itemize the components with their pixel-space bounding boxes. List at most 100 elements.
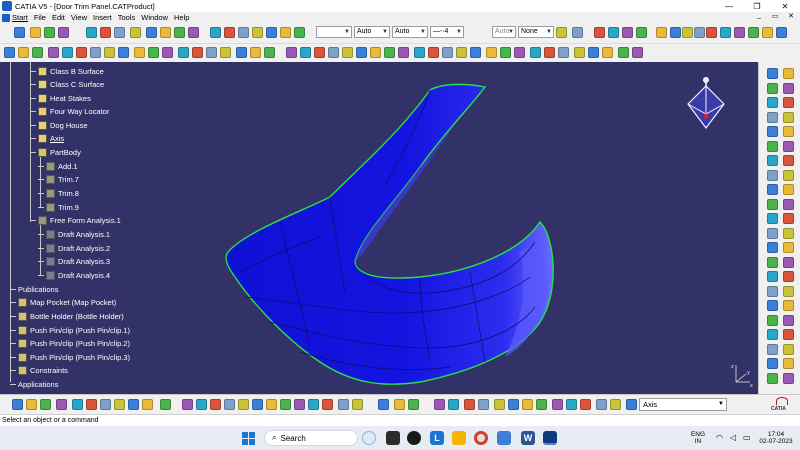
toolbar-right-tool-20[interactable] [783,198,794,210]
toolbar-right-tool-22[interactable] [783,213,794,224]
menu-edit[interactable]: Edit [52,13,71,22]
clock[interactable]: 17:04 02-07-2023 [756,431,796,445]
toolbar-right-tool-44[interactable] [783,372,794,384]
toolbar-bottom-tool-30[interactable] [464,399,475,410]
toolbar-right-tool-6[interactable] [783,97,794,108]
toolbar-right-tool-5[interactable] [767,97,778,108]
toolbar-right-tool-42[interactable] [783,358,794,369]
toolbar-second-tool-1[interactable] [4,47,15,58]
toolbar-second-tool-9[interactable] [118,47,129,58]
tree-node-bottle-holder[interactable]: Bottle Holder (Bottle Holder) [10,310,124,322]
toolbar-bottom-tool-41[interactable] [626,399,637,410]
toolbar-top-tool-2[interactable] [30,27,41,38]
toolbar-right-tool-35[interactable] [767,314,778,326]
toolbar-right-tool-4[interactable] [783,82,794,94]
toolbar-second-tool-34[interactable] [486,47,497,58]
toolbar-second-tool-38[interactable] [544,47,555,58]
toolbar-second-tool-4[interactable] [48,47,59,58]
word-icon[interactable]: W [521,431,535,445]
tree-node-four-way-locator[interactable]: Four Way Locator [30,105,109,117]
toolbar-right-tool-21[interactable] [767,213,778,224]
close-button[interactable]: ✕ [774,0,796,12]
chrome-icon[interactable] [474,431,488,445]
toolbar-second-tool-31[interactable] [442,47,453,58]
toolbar-bottom-tool-18[interactable] [266,399,277,410]
toolbar-second-tool-33[interactable] [470,47,481,58]
toolbar-right-tool-16[interactable] [783,169,794,181]
toolbar-top-tool-4[interactable] [58,27,69,38]
tree-node-add-1[interactable]: Add.1 [38,160,78,172]
toolbar-second-tool-39[interactable] [558,47,569,58]
toolbar-right-tool-14[interactable] [783,155,794,166]
toolbar-second-tool-26[interactable] [370,47,381,58]
toolbar-right-tool-9[interactable] [767,126,778,137]
toolbar-second-tool-17[interactable] [236,47,247,58]
toolbar-top-tool-right-9[interactable] [682,27,693,38]
toolbar-second-tool-11[interactable] [148,47,159,58]
toolbar-top-tool-right-11[interactable] [706,27,717,38]
axis-select[interactable]: Axis ▼ [639,398,727,411]
toolbar-bottom-tool-32[interactable] [494,399,505,410]
toolbar-bottom-tool-10[interactable] [142,399,153,410]
toolbar-right-tool-7[interactable] [767,111,778,123]
toolbar-right-tool-28[interactable] [783,256,794,268]
toolbar-bottom-tool-17[interactable] [252,399,263,410]
toolbar-bottom-tool-35[interactable] [536,399,547,410]
language-indicator[interactable]: ENG IN [686,431,710,445]
toolbar-bottom-tool-4[interactable] [56,399,67,410]
windows-start-icon[interactable] [242,432,255,445]
toolbar-bottom-tool-33[interactable] [508,399,519,410]
wifi-icon[interactable]: ◠ [716,431,723,445]
tree-node-constraints[interactable]: Constraints [10,364,68,376]
toolbar-bottom-tool-40[interactable] [610,399,621,410]
toolbar-second-tool-35[interactable] [500,47,511,58]
toolbar-top-tool-15[interactable] [238,27,249,38]
toolbar-top-tool-right-10[interactable] [694,27,705,38]
toolbar-bottom-tool-16[interactable] [238,399,249,410]
toolbar-top-tool-3[interactable] [44,27,55,38]
toolbar-right-tool-10[interactable] [783,126,794,137]
toolbar-bottom-tool-36[interactable] [552,399,563,410]
tree-node-trim-9[interactable]: Trim.9 [38,201,79,213]
toolbar-top-tool-8[interactable] [130,27,141,38]
toolbar-second-tool-40[interactable] [574,47,585,58]
tree-node-class-b-surface[interactable]: Class B Surface [30,65,104,77]
tree-node-draft-analysis-1[interactable]: Draft Analysis.1 [38,228,110,240]
toolbar-right-tool-37[interactable] [767,329,778,340]
tree-node-heat-stakes[interactable]: Heat Stakes [30,92,91,104]
toolbar-second-tool-32[interactable] [456,47,467,58]
3d-viewport[interactable]: Class B Surface Class C Surface Heat Stake… [0,62,758,394]
toolbar-right-tool-34[interactable] [783,300,794,311]
toolbar-top-tool-right-7[interactable] [656,27,667,38]
toolbar-top-tool-18[interactable] [280,27,291,38]
toolbar-top-tool-14[interactable] [224,27,235,38]
doc-restore-button[interactable]: ▭ [768,12,782,20]
toolbar-top-tool-right-12[interactable] [720,27,731,38]
restore-button[interactable]: ❐ [746,0,768,12]
menu-help[interactable]: Help [174,13,195,22]
toolbar-second-tool-8[interactable] [104,47,115,58]
toolbar-bottom-tool-1[interactable] [12,399,23,410]
toolbar-top-tool-9[interactable] [146,27,157,38]
toolbar-top-tool-1[interactable] [14,27,25,38]
toolbar-bottom-tool-15[interactable] [224,399,235,410]
tree-node-applications[interactable]: Applications [10,378,58,390]
point-type-select[interactable]: Auto ▼ [492,26,516,38]
tree-node-push-pin-clip-1[interactable]: Push Pin/clip (Push Pin/clip.1) [10,324,130,336]
tree-node-dog-house[interactable]: Dog House [30,119,88,131]
toolbar-right-tool-17[interactable] [767,184,778,195]
toolbar-bottom-tool-5[interactable] [72,399,83,410]
toolbar-right-tool-23[interactable] [767,227,778,239]
tree-node-push-pin-clip-3[interactable]: Push Pin/clip (Push Pin/clip.3) [10,351,130,363]
toolbar-right-tool-43[interactable] [767,372,778,384]
toolbar-bottom-tool-21[interactable] [308,399,319,410]
menu-insert[interactable]: Insert [93,13,118,22]
toolbar-second-tool-36[interactable] [514,47,525,58]
toolbar-bottom-tool-31[interactable] [478,399,489,410]
toolbar-second-tool-37[interactable] [530,47,541,58]
toolbar-top-tool-right-8[interactable] [670,27,681,38]
toolbar-top-tool-right-16[interactable] [776,27,787,38]
toolbar-right-tool-13[interactable] [767,155,778,166]
toolbar-second-tool-28[interactable] [398,47,409,58]
toolbar-second-tool-20[interactable] [286,47,297,58]
